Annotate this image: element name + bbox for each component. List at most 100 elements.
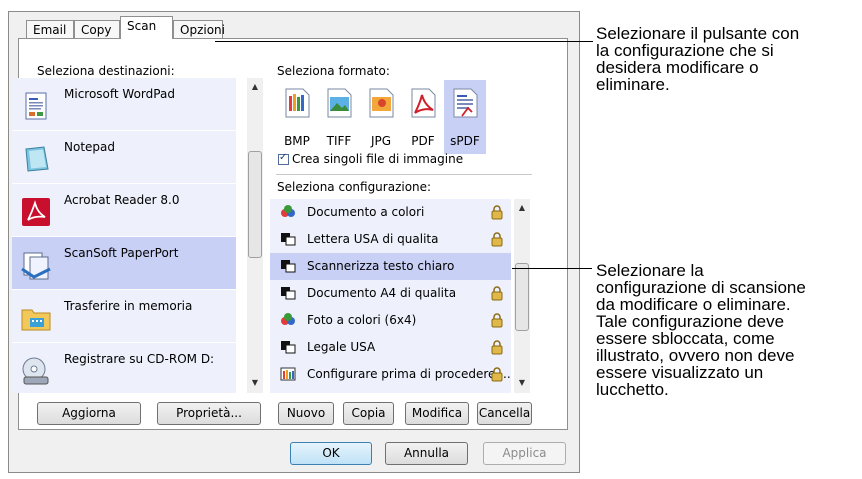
note-line: Tale configurazione deve [596,312,785,331]
acrobat-icon [22,198,50,226]
destination-label: Acrobat Reader 8.0 [64,193,180,207]
lock-icon [491,340,503,355]
annulla-button[interactable]: Annulla [385,442,468,465]
destination-list: Microsoft WordPad Notepad Acrobat Reader… [12,78,236,393]
destination-label: Registrare su CD-ROM D: [64,352,215,366]
applica-button[interactable]: Applica [483,442,566,465]
note-line: configurazione di scansione [596,278,806,297]
destination-label: Trasferire in memoria [64,299,193,313]
lock-icon [491,205,503,220]
destination-label: Microsoft WordPad [64,87,175,101]
jpg-file-icon [369,88,394,118]
note-line: essere visualizzato un [596,363,764,382]
note-line: Selezionare la [596,261,704,280]
destination-item-acrobat[interactable]: Acrobat Reader 8.0 [12,184,236,236]
format-bmp[interactable]: BMP [276,80,318,154]
destinations-scrollbar[interactable]: ▲ ▼ [247,78,263,393]
tab-email[interactable]: Email [26,20,74,38]
format-jpg[interactable]: JPG [360,80,402,154]
scroll-up-arrow-icon[interactable]: ▲ [247,80,263,94]
config-item-label: Legale USA [307,340,376,354]
tab-copy[interactable]: Copy [74,20,120,38]
format-spdf[interactable]: sPDF [444,80,486,154]
notepad-icon [25,146,49,172]
note-line: Selezionare il pulsante con [596,24,800,43]
cancella-button[interactable]: Cancella [477,402,532,425]
spdf-file-icon [453,88,478,118]
format-label-text: BMP [284,134,310,148]
note-line: la configurazione che si [596,41,774,60]
config-item-label: Configurare prima di procedere ... [307,367,511,381]
note-top: Selezionare il pulsante con la configura… [596,25,799,93]
lock-icon [491,232,503,247]
lock-icon [491,313,503,328]
destination-item-notepad[interactable]: Notepad [12,131,236,183]
configure-before-scan-icon [280,367,296,381]
destination-item-paperport[interactable]: ScanSoft PaperPort [12,237,236,289]
destination-item-cd-rom[interactable]: Registrare su CD-ROM D: [12,343,236,395]
config-item-label: Documento A4 di qualita [307,286,457,300]
format-label: Seleziona formato: [277,64,390,78]
callout-line-bottom [512,268,592,269]
tab-opzioni[interactable]: Opzioni [173,20,225,38]
destinations-label: Seleziona destinazioni: [37,64,175,78]
ok-button[interactable]: OK [290,442,372,465]
folder-icon [21,309,51,331]
aggiorna-button[interactable]: Aggiorna [37,402,141,425]
config-item-label: Scannerizza testo chiaro [307,259,455,273]
format-label-text: JPG [370,134,392,148]
checkmark-icon: ✓ [279,152,288,163]
config-item-documento-a4[interactable]: Documento A4 di qualita [270,280,511,307]
cd-drive-icon [22,357,49,385]
format-pdf[interactable]: PDF [402,80,444,154]
config-item-lettera-usa[interactable]: Lettera USA di qualita [270,226,511,253]
copia-button[interactable]: Copia [343,402,394,425]
format-label-text: TIFF [326,134,352,148]
scroll-thumb[interactable] [248,151,262,258]
callout-line-top [215,41,593,42]
note-line: da modificare o eliminare. [596,295,791,314]
config-item-foto-a-colori[interactable]: Foto a colori (6x4) [270,307,511,334]
wordpad-icon [25,92,47,120]
lock-icon [491,286,503,301]
tab-scan[interactable]: Scan [120,16,173,39]
scroll-down-arrow-icon[interactable]: ▼ [247,376,263,390]
scroll-down-arrow-icon[interactable]: ▼ [514,376,530,390]
config-label: Seleziona configurazione: [277,180,432,194]
note-line: eliminare. [596,75,670,94]
bw-document-icon [281,233,296,246]
bw-document-icon [281,287,296,300]
config-item-legale-usa[interactable]: Legale USA [270,334,511,361]
config-item-label: Lettera USA di qualita [307,232,439,246]
config-item-scannerizza-testo-chiaro[interactable]: Scannerizza testo chiaro [270,253,511,280]
destination-item-wordpad[interactable]: Microsoft WordPad [12,78,236,130]
note-line: essere sbloccata, come [596,329,775,348]
destination-item-memory[interactable]: Trasferire in memoria [12,290,236,342]
destination-label: Notepad [64,140,115,154]
format-label-text: sPDF [450,134,480,148]
configuration-list: Documento a colori Lettera USA di qualit… [270,199,511,393]
format-label-text: PDF [411,134,435,148]
config-item-documento-a-colori[interactable]: Documento a colori [270,199,511,226]
bmp-file-icon [285,88,310,118]
scroll-up-arrow-icon[interactable]: ▲ [514,201,530,215]
pdf-file-icon [411,88,436,118]
config-item-label: Documento a colori [307,205,425,219]
divider [276,174,532,175]
config-item-configurare-prima[interactable]: Configurare prima di procedere ... [270,361,511,388]
note-line: desidera modificare o [596,58,759,77]
single-image-checkbox-label[interactable]: Crea singoli file di immagine [292,152,463,166]
scroll-thumb[interactable] [515,263,529,331]
bw-document-icon [281,341,296,354]
configurations-scrollbar[interactable]: ▲ ▼ [514,199,530,393]
format-tiff[interactable]: TIFF [318,80,360,154]
note-bottom: Selezionare la configurazione di scansio… [596,262,806,398]
modifica-button[interactable]: Modifica [405,402,469,425]
bw-document-icon [281,260,296,273]
proprieta-button[interactable]: Proprietà... [157,402,261,425]
note-line: lucchetto. [596,380,669,399]
note-line: illustrato, ovvero non deve [596,346,795,365]
color-document-icon [281,205,295,217]
nuovo-button[interactable]: Nuovo [278,402,334,425]
single-image-checkbox[interactable]: ✓ [278,152,289,165]
